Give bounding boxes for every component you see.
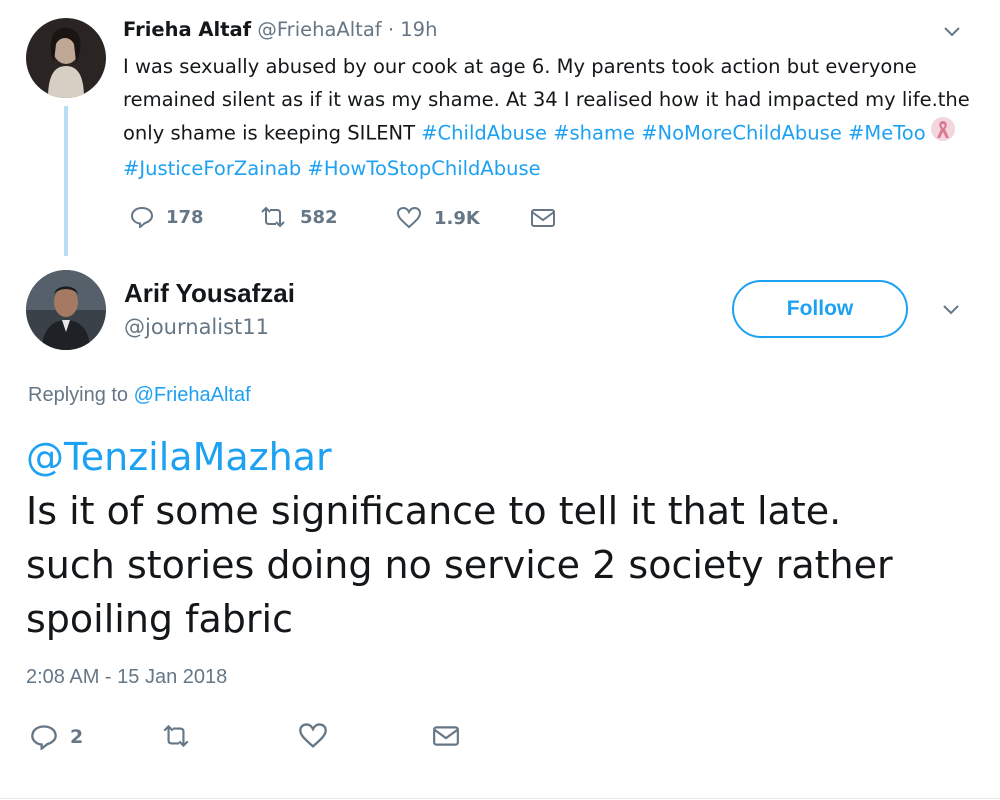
heart-icon [298,722,328,750]
chevron-down-icon[interactable] [942,304,960,316]
retweet-count: 582 [300,206,338,228]
hashtag-link[interactable]: #shame [553,122,635,145]
author-handle[interactable]: @FriehaAltaf [257,18,381,41]
timestamp[interactable]: 2:08 AM - 15 Jan 2018 [26,666,227,689]
replying-to-handle[interactable]: @FriehaAltaf [134,384,251,406]
hashtag-link[interactable]: #HowToStopChildAbuse [307,157,540,180]
hashtag-link[interactable]: #NoMoreChildAbuse [641,122,842,145]
avatar-frieha[interactable] [26,18,106,98]
retweet-action[interactable] [160,724,192,748]
reply-count: 2 [70,726,84,748]
retweet-icon [258,206,288,228]
like-count: 1.9K [434,207,480,229]
reply-bubble-icon [30,724,58,750]
follow-button[interactable]: Follow [732,280,908,338]
reply-count: 178 [166,206,204,228]
hashtag-link[interactable]: #MeToo [848,122,926,145]
retweet-action[interactable]: 582 [258,206,338,228]
avatar-arif[interactable] [26,270,106,350]
reply-bubble-icon [130,206,154,228]
heart-icon [396,206,422,230]
thread-connector [64,106,68,256]
time-separator: · [387,18,395,41]
parent-tweet-text: I was sexually abused by our cook at age… [123,50,973,185]
replying-to: Replying to @FriehaAltaf [28,384,251,407]
retweet-icon [160,724,192,748]
reply-author-handle[interactable]: @journalist11 [124,315,269,339]
reply-author-name[interactable]: Arif Yousafzai [124,278,295,309]
chevron-down-icon[interactable] [943,26,961,38]
like-action[interactable]: 1.9K [396,206,480,230]
hashtag-link[interactable]: #JusticeForZainab [123,157,301,180]
envelope-icon [432,725,460,747]
reply-text-line: Is it of some significance to tell it th… [26,489,842,533]
tweet-time[interactable]: 19h [400,18,437,41]
hashtag-link[interactable]: #ChildAbuse [421,122,547,145]
tweet-body: I was sexually abused by our cook at age… [123,55,970,145]
envelope-icon [530,208,556,228]
reply-action[interactable]: 2 [30,724,83,750]
dm-action[interactable] [530,208,556,228]
reply-text-line: spoiling fabric [26,597,293,641]
dm-action[interactable] [432,725,460,747]
mention-link[interactable]: @TenzilaMazhar [26,430,332,484]
reply-action[interactable]: 178 [130,206,204,228]
parent-tweet-header: Frieha Altaf @FriehaAltaf · 19h [123,18,437,41]
replying-to-label: Replying to [28,384,129,406]
author-name[interactable]: Frieha Altaf [123,18,251,41]
ribbon-emoji-icon [930,116,956,152]
like-action[interactable] [298,722,328,750]
reply-text-line: such stories doing no service 2 society … [26,543,893,587]
divider [0,798,1000,799]
